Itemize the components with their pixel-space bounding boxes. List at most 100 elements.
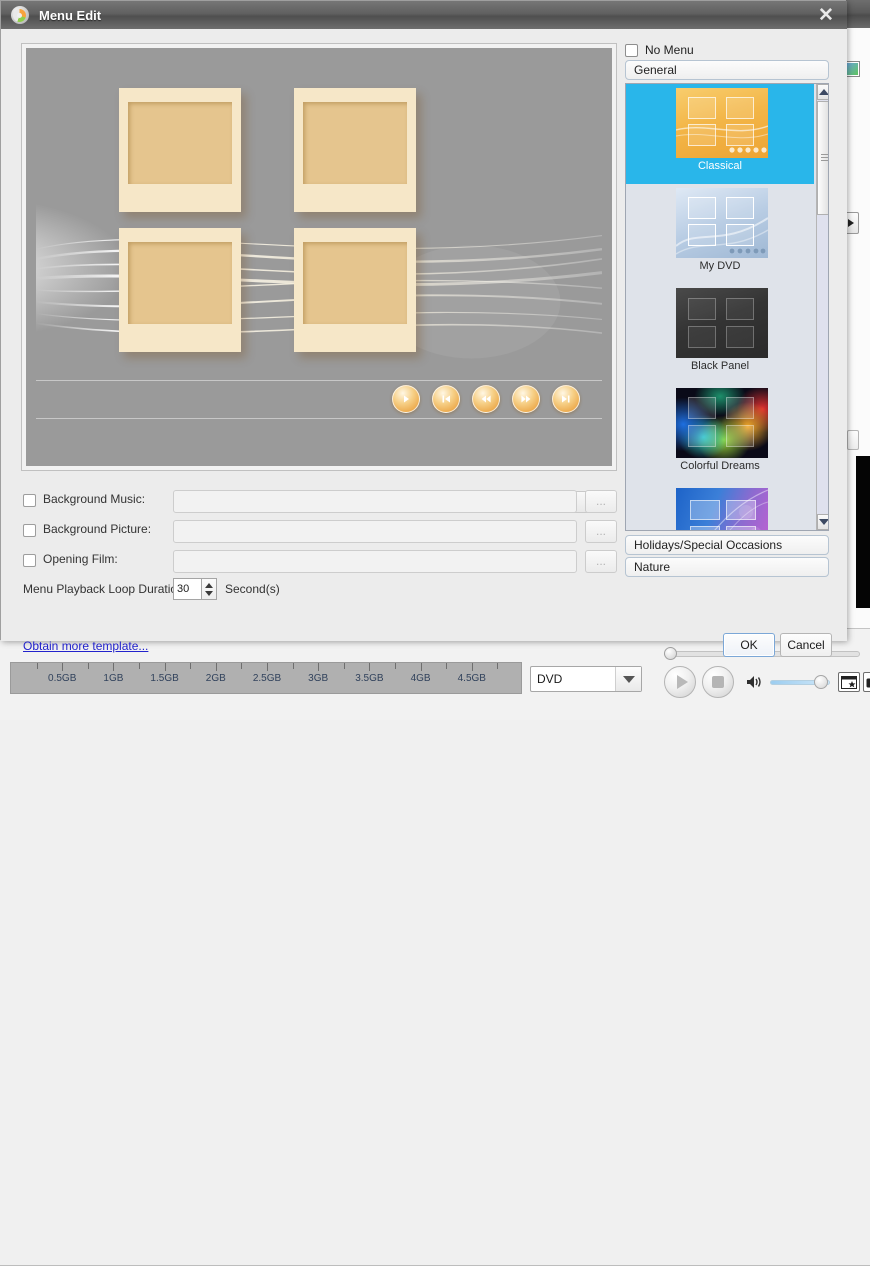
background-music-label: Background Music:: [43, 492, 145, 506]
ok-button[interactable]: OK: [723, 633, 775, 657]
menu-thumbnail-frame[interactable]: [119, 88, 241, 212]
disc-meter-minor-tick: [139, 663, 140, 669]
disc-meter-tick: [267, 663, 268, 671]
disc-meter-label: 3GB: [308, 673, 328, 684]
disc-meter-minor-tick: [344, 663, 345, 669]
opening-film-row: Opening Film: ...: [23, 549, 615, 575]
loop-duration-input[interactable]: 30: [173, 578, 201, 600]
loop-duration-stepper[interactable]: [201, 578, 217, 600]
stepper-down-icon[interactable]: [205, 591, 213, 596]
opening-film-checkbox[interactable]: [23, 554, 36, 567]
obtain-more-template-link[interactable]: Obtain more template...: [23, 639, 148, 653]
background-picture-input[interactable]: [173, 520, 577, 543]
disc-meter-minor-tick: [241, 663, 242, 669]
no-menu-checkbox[interactable]: [625, 44, 638, 57]
background-music-row: Background Music: ...: [23, 489, 615, 515]
disc-meter-minor-tick: [395, 663, 396, 669]
disc-meter-label: 1GB: [103, 673, 123, 684]
menu-thumbnail-frame[interactable]: [294, 88, 416, 212]
menu-play-button-icon[interactable]: [392, 385, 420, 413]
volume-slider-knob[interactable]: [814, 675, 828, 689]
template-thumbnail: [676, 288, 768, 358]
panel-collapse-handle[interactable]: [847, 430, 859, 450]
scrollbar-grip-icon: [821, 154, 829, 161]
opening-film-label: Opening Film:: [43, 552, 118, 566]
camera-snapshot-icon[interactable]: [863, 672, 870, 692]
no-menu-row[interactable]: No Menu: [625, 42, 694, 58]
disc-meter-minor-tick: [37, 663, 38, 669]
template-item-blue-purple[interactable]: [626, 484, 814, 531]
menu-prev-track-button-icon[interactable]: [432, 385, 460, 413]
disc-meter-label: 0.5GB: [48, 673, 76, 684]
background-picture-label: Background Picture:: [43, 522, 151, 536]
disc-meter-label: 4.5GB: [458, 673, 486, 684]
menu-preview-frame: [21, 43, 617, 471]
stepper-up-icon[interactable]: [205, 583, 213, 588]
media-thumbnail-icon[interactable]: [845, 62, 859, 76]
scroll-up-icon[interactable]: [817, 84, 829, 100]
menu-rewind-button-icon[interactable]: [472, 385, 500, 413]
menu-preview-inner: [26, 48, 612, 466]
category-general[interactable]: General: [625, 60, 829, 80]
loop-duration-label: Menu Playback Loop Duration:: [23, 582, 187, 596]
disc-meter-tick: [472, 663, 473, 671]
menu-next-track-button-icon[interactable]: [552, 385, 580, 413]
disc-meter-label: 1.5GB: [150, 673, 178, 684]
template-item-colorful-dreams[interactable]: Colorful Dreams: [626, 384, 814, 484]
template-item-classical[interactable]: Classical: [626, 84, 814, 184]
menu-fast-forward-button-icon[interactable]: [512, 385, 540, 413]
disc-type-select[interactable]: DVD: [530, 666, 642, 692]
template-thumbnail: [676, 188, 768, 258]
background-picture-row: Background Picture: ...: [23, 519, 615, 545]
play-button[interactable]: [664, 666, 696, 698]
background-picture-checkbox[interactable]: [23, 524, 36, 537]
template-thumbnail: [676, 488, 768, 531]
disc-capacity-meter[interactable]: 0.5GB1GB1.5GB2GB2.5GB3GB3.5GB4GB4.5GB: [10, 662, 522, 694]
scroll-down-icon[interactable]: [817, 514, 829, 530]
template-name: Colorful Dreams: [626, 460, 814, 472]
disc-meter-label: 3.5GB: [355, 673, 383, 684]
template-list-scrollbar[interactable]: [816, 84, 829, 530]
cancel-button[interactable]: Cancel: [780, 633, 832, 657]
disc-meter-label: 2GB: [206, 673, 226, 684]
stop-button[interactable]: [702, 666, 734, 698]
dialog-titlebar: Menu Edit ✕: [1, 1, 847, 29]
disc-meter-tick: [216, 663, 217, 671]
seek-slider-knob[interactable]: [664, 647, 677, 660]
menu-thumbnail-frame[interactable]: [294, 228, 416, 352]
disc-meter-tick: [165, 663, 166, 671]
opening-film-browse-button[interactable]: ...: [585, 550, 617, 573]
template-list[interactable]: Classical: [625, 83, 829, 531]
template-item-my-dvd[interactable]: My DVD: [626, 184, 814, 284]
opening-film-input[interactable]: [173, 550, 577, 573]
background-music-checkbox[interactable]: [23, 494, 36, 507]
template-item-black-panel[interactable]: Black Panel: [626, 284, 814, 384]
background-picture-browse-button[interactable]: ...: [585, 520, 617, 543]
dialog-body: Previous Next Background Music: ... Back…: [1, 29, 847, 641]
category-nature[interactable]: Nature: [625, 557, 829, 577]
close-icon[interactable]: ✕: [813, 4, 839, 26]
disc-type-value: DVD: [531, 672, 615, 686]
disc-meter-tick: [421, 663, 422, 671]
disc-meter-label: 4GB: [411, 673, 431, 684]
template-name: My DVD: [626, 260, 814, 272]
preview-black-area: [856, 456, 870, 608]
disc-meter-tick: [62, 663, 63, 671]
scrollbar-thumb[interactable]: [817, 101, 829, 215]
disc-meter-tick: [318, 663, 319, 671]
speaker-icon[interactable]: [746, 674, 764, 690]
background-music-browse-button[interactable]: ...: [585, 490, 617, 513]
menu-thumbnail-frame[interactable]: [119, 228, 241, 352]
disc-meter-minor-tick: [497, 663, 498, 669]
template-name: Black Panel: [626, 360, 814, 372]
template-thumbnail: [676, 88, 768, 158]
no-menu-label: No Menu: [645, 43, 694, 57]
category-holidays-special-occasions[interactable]: Holidays/Special Occasions: [625, 535, 829, 555]
capture-clip-icon[interactable]: [838, 672, 860, 692]
background-music-input[interactable]: [173, 490, 577, 513]
menu-preview-canvas[interactable]: [36, 58, 602, 456]
disc-meter-tick: [369, 663, 370, 671]
chevron-down-icon[interactable]: [615, 667, 641, 691]
disc-meter-minor-tick: [446, 663, 447, 669]
dialog-title: Menu Edit: [39, 8, 101, 23]
